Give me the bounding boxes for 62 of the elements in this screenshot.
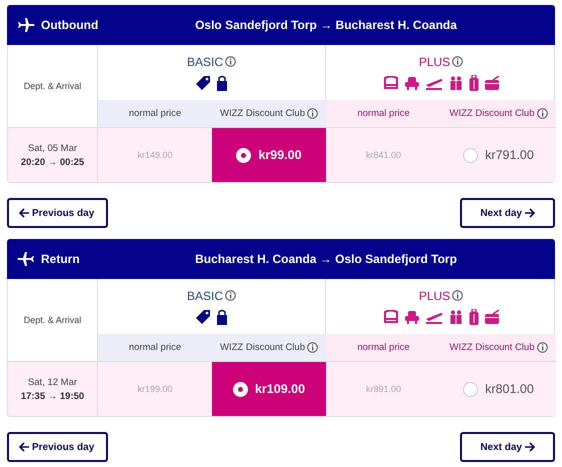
arrow-left-icon: [19, 442, 29, 452]
arrow-left-icon: [19, 208, 29, 218]
column-header: normal price: [98, 334, 212, 362]
section-title: Return: [41, 252, 80, 266]
price-text: kr149.00: [98, 128, 212, 182]
seat-icon: [382, 76, 398, 90]
info-icon: [225, 290, 236, 301]
previous-day-button[interactable]: Previous day: [7, 198, 108, 228]
info-icon: [307, 342, 318, 353]
price-option[interactable]: kr791.00: [441, 128, 556, 182]
column-header: WIZZ Discount Club: [450, 342, 534, 353]
route-text: Oslo Sandefjord Torp → Bucharest H. Coanda: [194, 18, 458, 32]
column-header: normal price: [98, 100, 212, 128]
time-text: 17:35 → 19:50: [20, 390, 84, 402]
price-option[interactable]: kr99.00: [212, 128, 326, 182]
fare-name: BASIC: [186, 54, 223, 68]
column-header: WIZZ Discount Club: [220, 342, 305, 353]
column-header: normal price: [326, 334, 441, 362]
seat-icon: [382, 310, 398, 324]
route-text: Bucharest H. Coanda → Oslo Sandefjord Torp: [194, 252, 458, 266]
fare-name: PLUS: [418, 54, 450, 68]
suitcase-icon: [468, 308, 478, 324]
column-label: Dept. & Arrival: [24, 81, 82, 91]
suitcase-icon: [468, 74, 478, 90]
price-option[interactable]: kr801.00: [441, 362, 556, 416]
people-icon: [448, 76, 464, 90]
time-text: 20:20 → 00:25: [20, 156, 84, 168]
date-text: Sat, 05 Mar: [28, 142, 78, 154]
info-icon: [536, 108, 548, 119]
section-title: Outbound: [41, 18, 98, 32]
previous-day-button[interactable]: Previous day: [7, 432, 108, 462]
column-header: WIZZ Discount Club: [220, 108, 305, 119]
bag-icon: [216, 308, 228, 324]
arrow-right-icon: [525, 208, 535, 218]
info-icon: [536, 342, 548, 353]
info-icon: [307, 108, 318, 119]
next-day-button[interactable]: Next day: [460, 432, 555, 462]
plane-icon: [17, 252, 35, 266]
fare-name: BASIC: [186, 288, 223, 302]
price-option[interactable]: kr109.00: [212, 362, 326, 416]
price-text: kr841.00: [326, 128, 441, 182]
info-icon: [452, 56, 464, 67]
bag-icon: [484, 310, 500, 324]
tag-icon: [195, 74, 211, 90]
column-header: normal price: [326, 100, 441, 128]
column-header: WIZZ Discount Club: [450, 108, 534, 119]
info-icon: [452, 290, 464, 301]
price-text: kr891.00: [326, 362, 441, 416]
arrow-right-icon: [525, 442, 535, 452]
bag-icon: [216, 74, 228, 90]
people-icon: [448, 310, 464, 324]
column-label: Dept. & Arrival: [24, 315, 82, 325]
price-text: kr199.00: [98, 362, 212, 416]
plane-icon: [17, 18, 35, 32]
next-day-button[interactable]: Next day: [460, 198, 555, 228]
info-icon: [225, 56, 236, 67]
date-text: Sat, 12 Mar: [28, 376, 78, 388]
tag-icon: [195, 308, 211, 324]
fare-name: PLUS: [418, 288, 450, 302]
armchair-icon: [404, 310, 420, 324]
bag-icon: [484, 76, 500, 90]
armchair-icon: [404, 76, 420, 90]
